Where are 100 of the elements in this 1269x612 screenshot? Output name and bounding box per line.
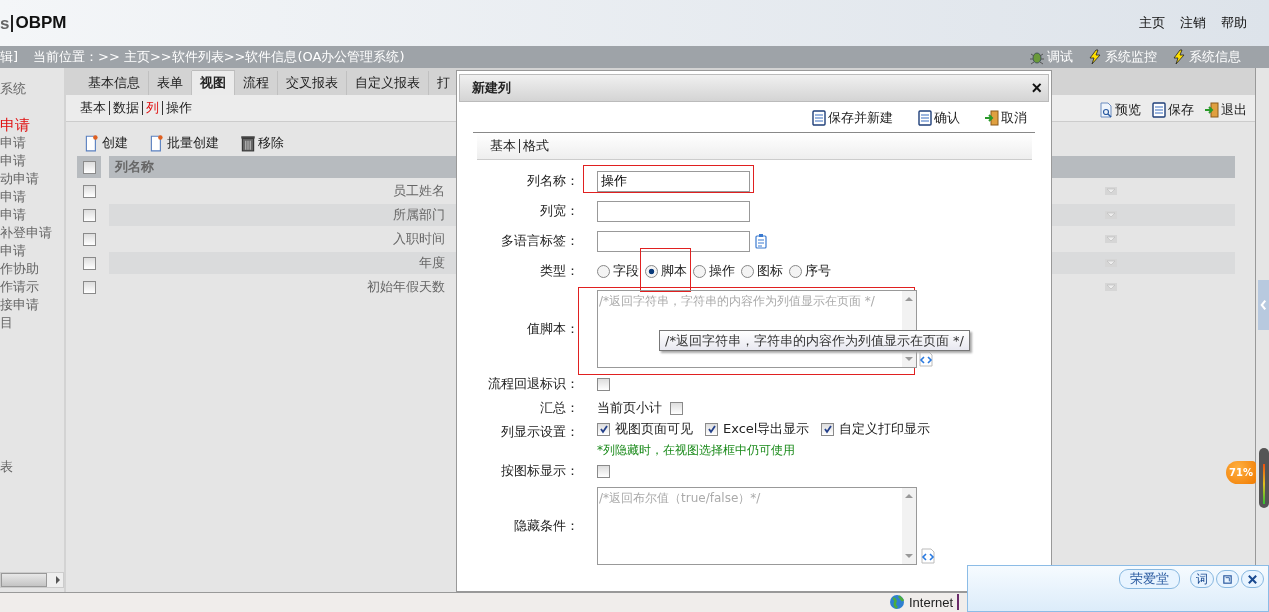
- radio-button[interactable]: [597, 264, 610, 278]
- toolbar-button[interactable]: 确认: [917, 109, 960, 127]
- sidebar-item[interactable]: 申请: [0, 134, 64, 152]
- checkmark-icon: [706, 424, 717, 434]
- input-field[interactable]: [597, 230, 750, 252]
- field-label: 汇总：: [539, 399, 579, 417]
- dropdown-arrow-icon: [1105, 187, 1117, 195]
- door-arrow-icon: [1204, 102, 1220, 118]
- checkbox[interactable]: [597, 464, 610, 478]
- dialog-title: 新建列: [472, 79, 511, 97]
- horizontal-scrollbar[interactable]: [0, 572, 64, 588]
- toolbar-button[interactable]: 保存: [1151, 101, 1194, 119]
- sidebar-item[interactable]: 申请: [0, 188, 64, 206]
- sidebar-item[interactable]: 申请: [0, 242, 64, 260]
- sidebar-heading[interactable]: 系统: [0, 80, 64, 98]
- toolbar-button[interactable]: 保存并新建: [811, 109, 893, 127]
- table-cell-text: 所属部门: [392, 206, 445, 224]
- checkbox[interactable]: [705, 422, 718, 436]
- checkbox[interactable]: [597, 377, 610, 391]
- toolbar-button[interactable]: 移除: [239, 134, 284, 152]
- sidebar-item[interactable]: 作请示: [0, 278, 64, 296]
- field-label: 列显示设置：: [500, 423, 579, 441]
- checkbox[interactable]: [82, 160, 96, 174]
- field-label: 流程回退标识：: [487, 375, 579, 393]
- checkmark-icon: [598, 424, 609, 434]
- ime-button[interactable]: [1216, 570, 1239, 588]
- document-magnifier-icon: [1098, 102, 1114, 118]
- radio-button[interactable]: [741, 264, 754, 278]
- checkbox[interactable]: [597, 422, 610, 436]
- toolbar-button[interactable]: 预览: [1098, 101, 1141, 119]
- sub-tab[interactable]: 列: [142, 101, 162, 115]
- option-label: 自定义打印显示: [839, 420, 931, 438]
- tab[interactable]: 格式: [519, 139, 552, 153]
- sub-tab[interactable]: 数据: [109, 101, 142, 115]
- header-link[interactable]: 主页: [1139, 14, 1165, 32]
- lightning-icon: [1171, 49, 1187, 65]
- radio-button[interactable]: [645, 264, 658, 278]
- table-cell-text: 员工姓名: [392, 182, 445, 200]
- code-file-icon: [918, 350, 934, 368]
- ime-button[interactable]: 词: [1190, 570, 1214, 588]
- zone-label: Internet: [909, 594, 954, 610]
- toolbar-button[interactable]: 创建: [83, 134, 128, 152]
- breadcrumb: 当前位置：>> 主页>>软件列表>>软件信息(OA办公管理系统): [33, 48, 406, 66]
- clipboard-icon: [753, 232, 769, 250]
- table-cell-text: 年度: [418, 254, 445, 272]
- sidebar-item[interactable]: 申请: [0, 152, 64, 170]
- placeholder-text: /*返回布尔值（true/false）*/: [599, 490, 761, 507]
- sub-tab[interactable]: 操作: [162, 101, 195, 115]
- sidebar-item[interactable]: 接申请: [0, 296, 64, 314]
- field-label: 值脚本：: [526, 320, 579, 338]
- checkbox[interactable]: [82, 184, 96, 198]
- tab[interactable]: 视图: [192, 70, 235, 95]
- option-label: 当前页小计: [597, 399, 662, 417]
- option-label: 视图页面可见: [615, 420, 693, 438]
- sidebar-item[interactable]: 动申请: [0, 170, 64, 188]
- checkbox[interactable]: [82, 280, 96, 294]
- toolbar-button[interactable]: 批量创建: [148, 134, 219, 152]
- option-label: 字段: [613, 262, 639, 280]
- checkbox[interactable]: [82, 208, 96, 222]
- new-document-icon: [83, 134, 101, 152]
- dropdown-arrow-icon: [1105, 211, 1117, 219]
- table-cell-text: 初始年假天数: [366, 278, 445, 296]
- toolbar-button[interactable]: 退出: [1204, 101, 1247, 119]
- sidebar-item[interactable]: 申请: [0, 116, 64, 134]
- checkbox[interactable]: [670, 401, 683, 415]
- candidate-dropdown[interactable]: 荣爱堂: [1119, 569, 1180, 589]
- input-field[interactable]: [597, 200, 750, 222]
- close-icon: [1247, 573, 1258, 585]
- sidebar-heading[interactable]: 表: [0, 458, 64, 476]
- option-label: 脚本: [661, 262, 687, 280]
- sidebar-item[interactable]: 目: [0, 314, 64, 332]
- checkbox[interactable]: [82, 232, 96, 246]
- sub-tab[interactable]: 基本: [80, 101, 109, 115]
- tab[interactable]: 基本: [490, 139, 519, 153]
- field-label: 列宽：: [539, 202, 579, 220]
- sidebar-item[interactable]: 申请: [0, 206, 64, 224]
- close-button[interactable]: ×: [1031, 80, 1042, 96]
- header-link[interactable]: 注销: [1180, 14, 1206, 32]
- dropdown-arrow-icon: [1105, 283, 1117, 291]
- checkbox[interactable]: [82, 256, 96, 270]
- dropdown-arrow-icon: [1105, 235, 1117, 243]
- window-icon: [1222, 573, 1233, 585]
- toolbar-button[interactable]: 取消: [984, 109, 1027, 127]
- close-button[interactable]: [1241, 570, 1264, 588]
- checkbox[interactable]: [821, 422, 835, 436]
- sidebar-item[interactable]: 作协助: [0, 260, 64, 278]
- input-field[interactable]: 操作: [597, 170, 750, 192]
- zoom-badge: 71%: [1226, 461, 1256, 484]
- gauge-drawing: [1259, 448, 1269, 508]
- option-label: 序号: [805, 262, 831, 280]
- trash-can-icon: [239, 134, 257, 152]
- logo-text: s: [0, 14, 14, 32]
- new-document-icon: [148, 134, 166, 152]
- field-label: 按图标显示：: [500, 462, 579, 480]
- radio-button[interactable]: [789, 264, 802, 278]
- header-link[interactable]: 帮助: [1221, 14, 1247, 32]
- field-label: 类型：: [539, 262, 579, 280]
- sidebar-item[interactable]: 补登申请: [0, 224, 64, 242]
- code-file-icon: [920, 547, 936, 565]
- radio-button[interactable]: [693, 264, 706, 278]
